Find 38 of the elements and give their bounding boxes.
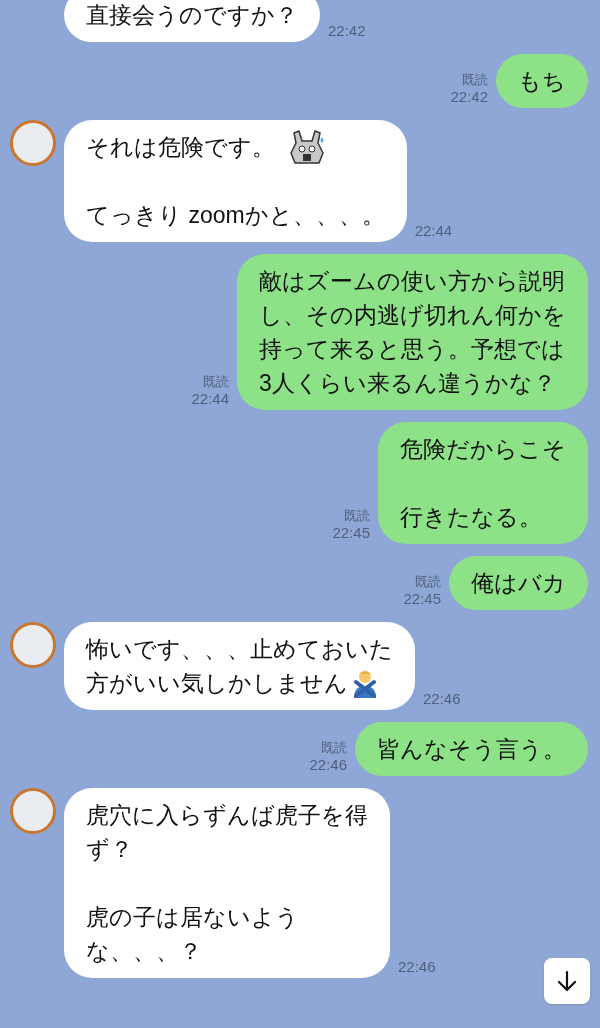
read-receipt: 既読 — [462, 71, 488, 88]
message-time: 22:45 — [332, 524, 370, 542]
message-time: 22:42 — [328, 22, 366, 40]
message-text: し、その内逃げ切れん何かを — [259, 301, 566, 330]
scroll-down-button[interactable] — [544, 958, 590, 1004]
down-arrow-icon — [555, 969, 579, 993]
message-text: 直接会うのですか？ — [86, 1, 298, 30]
message-time: 22:44 — [414, 222, 453, 240]
read-receipt: 既読 — [415, 573, 441, 590]
message-text: 敵はズームの使い方から説明 — [259, 267, 565, 296]
message-text: それは危険です。 — [86, 133, 275, 162]
message-text: 3人くらい来るん違うかな？ — [259, 369, 556, 398]
avatar[interactable] — [10, 120, 56, 166]
read-receipt: 既読 — [321, 739, 347, 756]
message-time: 22:45 — [403, 590, 441, 608]
message-time: 22:46 — [423, 690, 461, 708]
message-text: もち — [518, 67, 566, 96]
read-receipt: 既読 — [203, 373, 229, 390]
message-text: 虎穴に入らずんば虎子を得 — [86, 801, 368, 830]
message-text: な、、、？ — [86, 937, 202, 966]
message-text: 行きたなる。 — [400, 503, 542, 532]
message-text: 怖いです、、、止めておいた — [86, 635, 393, 664]
message-text: 危険だからこそ — [400, 435, 566, 464]
message-time: 22:46 — [398, 958, 436, 976]
message-text: 方がいい気しかしません — [86, 669, 348, 698]
message-text: 持って来ると思う。予想では — [259, 335, 565, 364]
message-text: ず？ — [86, 835, 133, 864]
message-text: 皆んなそう言う。 — [377, 735, 566, 764]
message-time: 22:44 — [191, 390, 229, 408]
message-text: 俺はバカ — [471, 569, 566, 598]
message-text: 虎の子は居ないよう — [86, 903, 299, 932]
message-time: 22:42 — [450, 88, 488, 106]
avatar[interactable] — [10, 788, 56, 834]
avatar[interactable] — [10, 622, 56, 668]
message-time: 22:46 — [309, 756, 347, 774]
message-text: てっきり zoomかと、、、。 — [86, 201, 385, 230]
read-receipt: 既読 — [344, 507, 370, 524]
rabbit-face-icon — [287, 127, 327, 167]
